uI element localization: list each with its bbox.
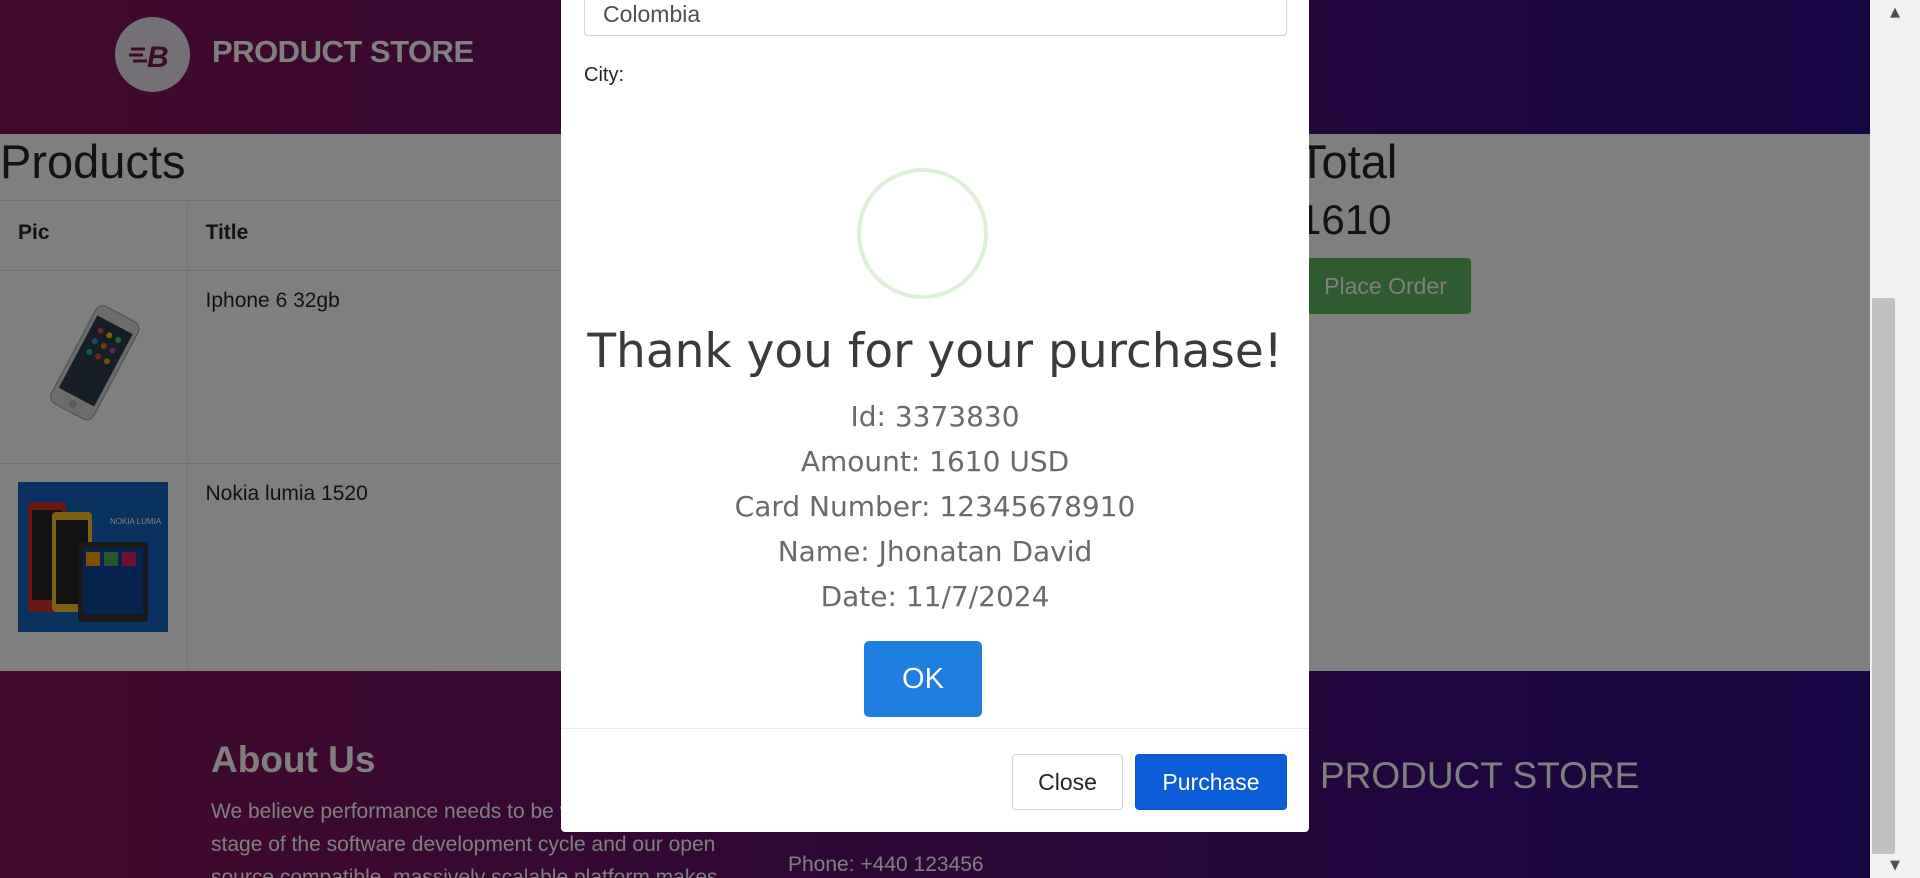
- customer-name: Name: Jhonatan David: [777, 535, 1093, 568]
- page-scrollbar[interactable]: ▲ ▼: [1870, 0, 1920, 878]
- scroll-down-arrow-icon[interactable]: ▼: [1870, 853, 1920, 878]
- purchase-confirmation-alert: Thank you for your purchase! Id: 3373830…: [561, 88, 1309, 722]
- scrollbar-thumb[interactable]: [1872, 298, 1895, 854]
- scroll-up-arrow-icon[interactable]: ▲: [1870, 0, 1920, 25]
- alert-details: Id: 3373830 Amount: 1610 USD Card Number…: [561, 394, 1309, 619]
- order-id: Id: 3373830: [850, 400, 1020, 433]
- order-date: Date: 11/7/2024: [820, 580, 1050, 613]
- purchase-button[interactable]: Purchase: [1135, 754, 1287, 810]
- city-label: City:: [584, 64, 624, 86]
- modal-footer-divider: [561, 728, 1309, 729]
- card-number: Card Number: 12345678910: [734, 490, 1136, 523]
- success-check-icon: [857, 168, 988, 299]
- alert-title: Thank you for your purchase!: [587, 324, 1283, 379]
- close-button[interactable]: Close: [1012, 754, 1123, 810]
- country-field[interactable]: [584, 0, 1287, 36]
- page: B PRODUCT STORE Products Pic Title: [0, 0, 1870, 878]
- ok-button[interactable]: OK: [864, 641, 982, 717]
- order-amount: Amount: 1610 USD: [800, 445, 1070, 478]
